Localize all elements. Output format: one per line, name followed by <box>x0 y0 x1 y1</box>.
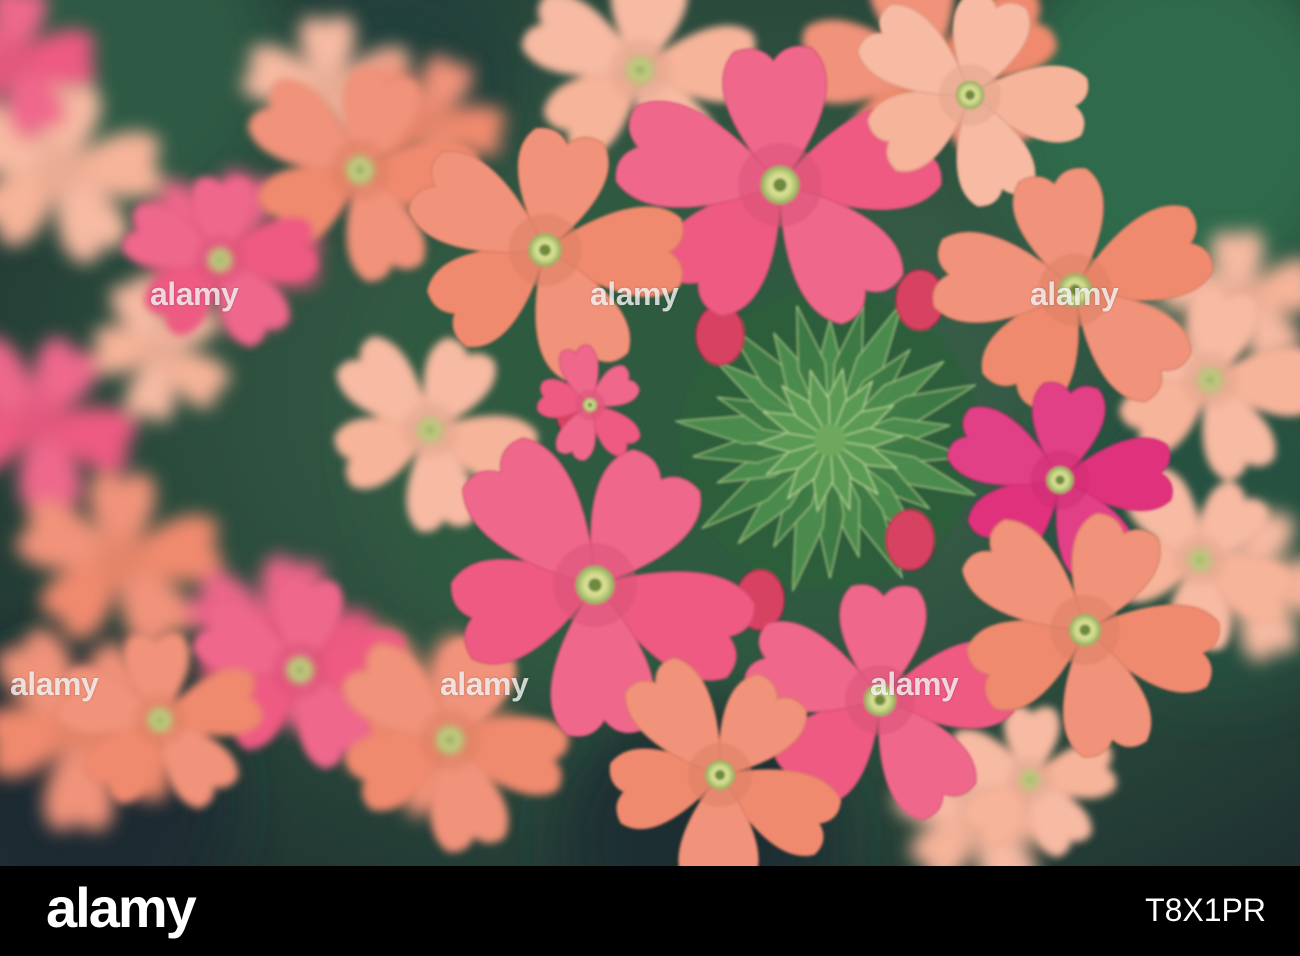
flower-cluster-illustration <box>0 0 1300 866</box>
verbena-flowers-photo: alamy alamy alamy alamy alamy alamy <box>0 0 1300 866</box>
flower-bud <box>885 509 935 571</box>
image-id: T8X1PR <box>1145 892 1266 928</box>
alamy-logo: alamy <box>46 876 197 939</box>
stock-photo-page: alamy alamy alamy alamy alamy alamy alam… <box>0 0 1300 956</box>
footer-bar: alamy T8X1PR <box>0 866 1300 956</box>
